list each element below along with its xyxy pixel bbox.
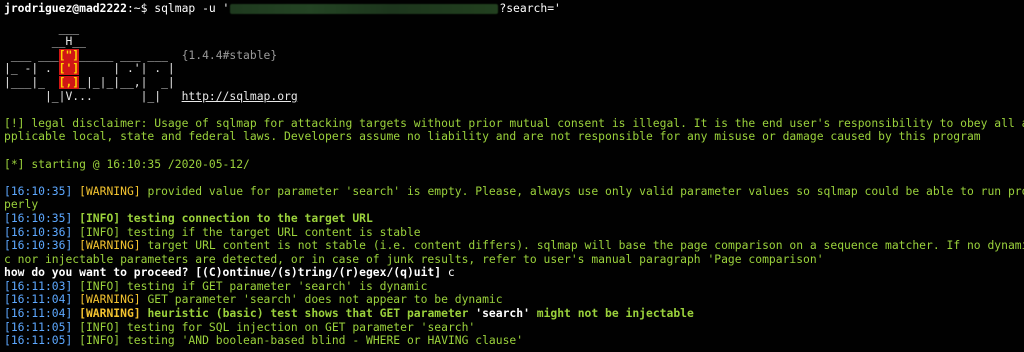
log-message: testing if GET parameter 'search' is dyn…	[120, 279, 428, 293]
banner-text-3a: ___ ___	[4, 48, 59, 62]
log-level-info: [INFO]	[79, 225, 121, 239]
user-host: jrodriguez@mad2222	[4, 2, 127, 15]
log-line-4: [16:10:36] [WARNING] target URL content …	[4, 239, 1024, 253]
banner-line-6: |_|V... |_| http://sqlmap.org	[4, 90, 1024, 104]
starting-line: [*] starting @ 16:10:35 /2020-05-12/	[4, 157, 250, 171]
log-level-warning: [WARNING]	[79, 293, 141, 307]
command-start: sqlmap -u '	[154, 2, 230, 15]
log-message: testing connection to the target URL	[120, 211, 373, 225]
banner-text-5a: |___|_	[4, 75, 59, 89]
log-timestamp: [16:11:04]	[4, 293, 73, 307]
banner-line-5: |___|_ [,]_|_|_|__,| _|	[4, 75, 1024, 90]
log-timestamp: [16:11:04]	[4, 307, 73, 321]
banner-line-2: __H__	[4, 35, 1024, 49]
log-line-4-cont: c nor injectable parameters are detected…	[4, 252, 824, 266]
command-prompt-line: jrodriguez@mad2222:~$ sqlmap -u ' ?search…	[4, 2, 1024, 16]
log-message: testing 'AND boolean-based blind - WHERE…	[120, 334, 524, 348]
path-symbol: :~$	[126, 2, 155, 15]
banner-red-bracket-2: [']	[58, 62, 80, 76]
log-line-6: [16:11:04] [WARNING] GET parameter 'sear…	[4, 293, 1024, 307]
banner-text-5c: _|_|_|__,| _|	[79, 75, 175, 89]
log-message-param: 'search'	[475, 307, 530, 321]
log-timestamp: [16:10:36]	[4, 239, 73, 253]
log-line-5: [16:11:03] [INFO] testing if GET paramet…	[4, 280, 1024, 294]
log-level-warning: [WARNING]	[79, 307, 141, 321]
log-line-3: [16:10:36] [INFO] testing if the target …	[4, 226, 1024, 240]
log-line-7: [16:11:04] [WARNING] heuristic (basic) t…	[4, 307, 1024, 321]
log-level-info: [INFO]	[79, 279, 121, 293]
disclaimer-line-1: [!] legal disclaimer: Usage of sqlmap fo…	[4, 116, 1024, 130]
log-timestamp: [16:10:36]	[4, 225, 73, 239]
log-message: testing if the target URL content is sta…	[120, 225, 421, 239]
command-end: ?search='	[499, 2, 561, 15]
log-message-part-1: heuristic (basic) test shows that GET pa…	[140, 307, 476, 321]
banner-line-4: |_ -| . ['] | .'| . |	[4, 62, 1024, 76]
terminal-window[interactable]: jrodriguez@mad2222:~$ sqlmap -u ' ?search…	[0, 0, 1024, 352]
log-message: target URL content is not stable (i.e. c…	[140, 239, 1024, 253]
banner-text-4a: |_ -| .	[4, 62, 59, 76]
banner-red-bracket-3: [,]	[58, 75, 80, 89]
banner-line-3: ___ ___["]_____ ___ ___ {1.4.4#stable}	[4, 48, 1024, 63]
log-level-info: [INFO]	[79, 334, 121, 348]
prompt-answer[interactable]: c	[448, 266, 455, 279]
log-timestamp: [16:11:03]	[4, 279, 73, 293]
version-label: {1.4.4#stable}	[181, 48, 278, 62]
banner-text-6a: |_|V... |_|	[4, 89, 182, 103]
log-line-1-cont: perly	[4, 198, 39, 212]
log-line-9: [16:11:05] [INFO] testing 'AND boolean-b…	[4, 334, 1024, 348]
log-level-info: [INFO]	[79, 211, 121, 225]
banner-text-3c: _____ ___ ___	[79, 48, 182, 62]
log-timestamp: [16:11:05]	[4, 334, 73, 348]
log-message: provided value for parameter 'search' is…	[140, 184, 1024, 198]
log-line-2: [16:10:35] [INFO] testing connection to …	[4, 212, 1024, 226]
redacted-url	[230, 4, 499, 14]
prompt-question: how do you want to proceed? [(C)ontinue/…	[4, 266, 448, 280]
sqlmap-website-link[interactable]: http://sqlmap.org	[182, 90, 298, 103]
log-line-8: [16:11:05] [INFO] testing for SQL inject…	[4, 321, 1024, 335]
disclaimer-line-2: pplicable local, state and federal laws.…	[4, 130, 981, 144]
prompt-question-line[interactable]: how do you want to proceed? [(C)ontinue/…	[4, 266, 1024, 280]
log-level-info: [INFO]	[79, 320, 121, 334]
log-message: testing for SQL injection on GET paramet…	[120, 320, 476, 334]
banner-red-bracket-1: ["]	[58, 48, 80, 62]
log-line-1: [16:10:35] [WARNING] provided value for …	[4, 185, 1024, 199]
banner-text-1: ___	[4, 21, 80, 35]
log-timestamp: [16:10:35]	[4, 211, 73, 225]
log-message-part-2: might not be injectable	[529, 307, 694, 321]
sqlmap-banner: ___ __H__ ___ ___["]_____ ___ ___ {1.4.4…	[4, 22, 1024, 104]
log-timestamp: [16:11:05]	[4, 320, 73, 334]
banner-text-4c: | .'| . |	[79, 62, 175, 76]
log-message: GET parameter 'search' does not appear t…	[140, 293, 503, 307]
banner-line-1: ___	[4, 22, 1024, 36]
log-level-warning: [WARNING]	[79, 184, 141, 198]
log-level-warning: [WARNING]	[79, 239, 141, 253]
banner-text-2: __H__	[4, 35, 86, 49]
log-timestamp: [16:10:35]	[4, 184, 73, 198]
